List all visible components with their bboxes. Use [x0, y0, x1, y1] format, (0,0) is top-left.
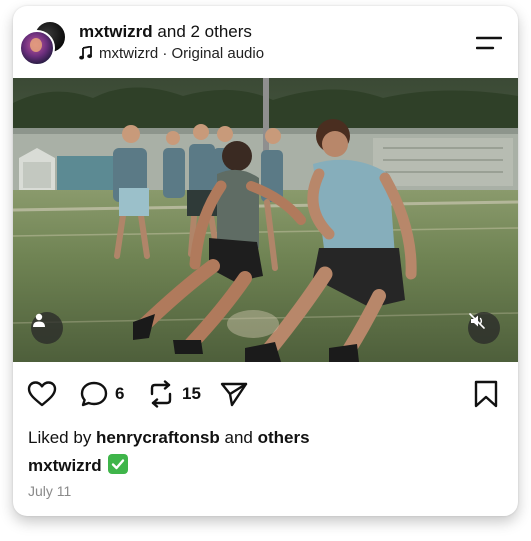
post-card: mxtwizrd and 2 others mxtwizrd · Origina…: [13, 6, 518, 516]
menu-icon[interactable]: [476, 34, 502, 52]
save-button[interactable]: [473, 380, 499, 408]
comment-count: 6: [115, 384, 125, 403]
check-mark-icon: [107, 454, 128, 474]
audio-label: mxtwizrd · Original audio: [99, 45, 265, 62]
post-video[interactable]: [13, 78, 518, 362]
share-button[interactable]: [219, 380, 249, 408]
bookmark-icon: [474, 380, 498, 408]
caption: mxtwizrd: [28, 454, 128, 476]
collab-avatars[interactable]: [19, 20, 67, 66]
likes-summary[interactable]: Liked by henrycraftonsb and others: [28, 428, 310, 448]
liked-by-user[interactable]: henrycraftonsb: [96, 428, 220, 447]
comment-bubble-icon: [80, 381, 108, 407]
likes-others[interactable]: others: [258, 428, 310, 447]
post-date: July 11: [28, 483, 72, 499]
send-icon: [220, 382, 248, 407]
video-frame: [13, 78, 518, 362]
audio-link[interactable]: mxtwizrd · Original audio: [79, 45, 264, 62]
post-title[interactable]: mxtwizrd and 2 others: [79, 22, 252, 42]
tagged-users-button[interactable]: [31, 312, 63, 344]
avatar-primary: [19, 30, 55, 66]
comment-button[interactable]: 6: [79, 380, 124, 408]
likes-middle: and: [219, 428, 258, 447]
action-bar: 6 15: [13, 362, 518, 424]
repost-icon: [150, 380, 172, 408]
like-button[interactable]: [26, 380, 58, 408]
repost-button[interactable]: 15: [146, 380, 201, 408]
username-link[interactable]: mxtwizrd: [79, 22, 153, 41]
speaker-muted-icon: [469, 313, 485, 329]
repost-count: 15: [182, 384, 201, 403]
likes-prefix: Liked by: [28, 428, 97, 447]
person-icon: [33, 313, 45, 327]
collab-text: and 2 others: [152, 22, 252, 41]
music-note-icon: [79, 46, 92, 60]
mute-button[interactable]: [468, 312, 500, 344]
caption-author[interactable]: mxtwizrd: [28, 456, 102, 475]
heart-icon: [27, 381, 57, 407]
post-header: mxtwizrd and 2 others mxtwizrd · Origina…: [13, 6, 518, 78]
